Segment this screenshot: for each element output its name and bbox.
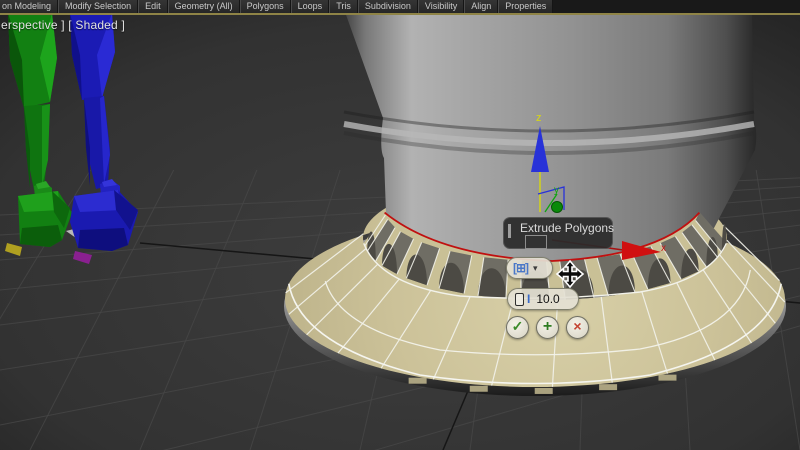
move-cursor-icon: [555, 259, 585, 294]
tooltip-grip: [508, 224, 511, 238]
ribbon-tab-polygons[interactable]: Polygons: [240, 0, 291, 13]
ribbon-tab-modify-selection[interactable]: Modify Selection: [58, 0, 138, 13]
gizmo-y-arrow[interactable]: [552, 202, 563, 213]
ribbon-tab-align[interactable]: Align: [464, 0, 498, 13]
tooltip-icon-frame: [525, 235, 547, 249]
viewport-canvas[interactable]: z y x: [0, 0, 800, 450]
group-extrude-icon: [⊞]: [513, 261, 528, 275]
ribbon-tab-visibility[interactable]: Visibility: [418, 0, 464, 13]
height-ibeam-icon: I: [527, 292, 530, 306]
gizmo-x-label: x: [661, 243, 666, 254]
ribbon-tab-subdivision[interactable]: Subdivision: [358, 0, 418, 13]
tooltip-text: Extrude Polygons: [520, 221, 614, 235]
apply-and-continue-button[interactable]: +: [536, 316, 559, 339]
ribbon-tab-bar: on ModelingModify SelectionEditGeometry …: [0, 0, 800, 14]
extrude-height-value[interactable]: 10.0: [536, 292, 559, 306]
ribbon-tab-edit[interactable]: Edit: [138, 0, 168, 13]
ribbon-tab-on-modeling[interactable]: on Modeling: [0, 0, 58, 13]
caddy-tooltip: Extrude Polygons: [503, 217, 613, 249]
ribbon-tab-properties[interactable]: Properties: [498, 0, 553, 13]
ribbon-tab-geometry-all-[interactable]: Geometry (All): [168, 0, 240, 13]
ok-button[interactable]: ✓: [506, 316, 529, 339]
cancel-button[interactable]: ×: [566, 316, 589, 339]
chevron-down-icon[interactable]: ▾: [533, 263, 538, 274]
viewport-label[interactable]: erspective ] [ Shaded ]: [1, 18, 125, 32]
height-icon: [515, 293, 524, 306]
ribbon-accent-line: [0, 13, 800, 15]
extrude-type-dropdown[interactable]: [⊞] ▾: [506, 257, 553, 279]
ribbon-tab-tris[interactable]: Tris: [329, 0, 358, 13]
gizmo-z-label: z: [536, 112, 542, 124]
3ds-max-window: z y x on ModelingModify SelectionEditGeo…: [0, 0, 800, 450]
ribbon-tab-loops[interactable]: Loops: [291, 0, 330, 13]
gizmo-y-label: y: [554, 185, 559, 196]
